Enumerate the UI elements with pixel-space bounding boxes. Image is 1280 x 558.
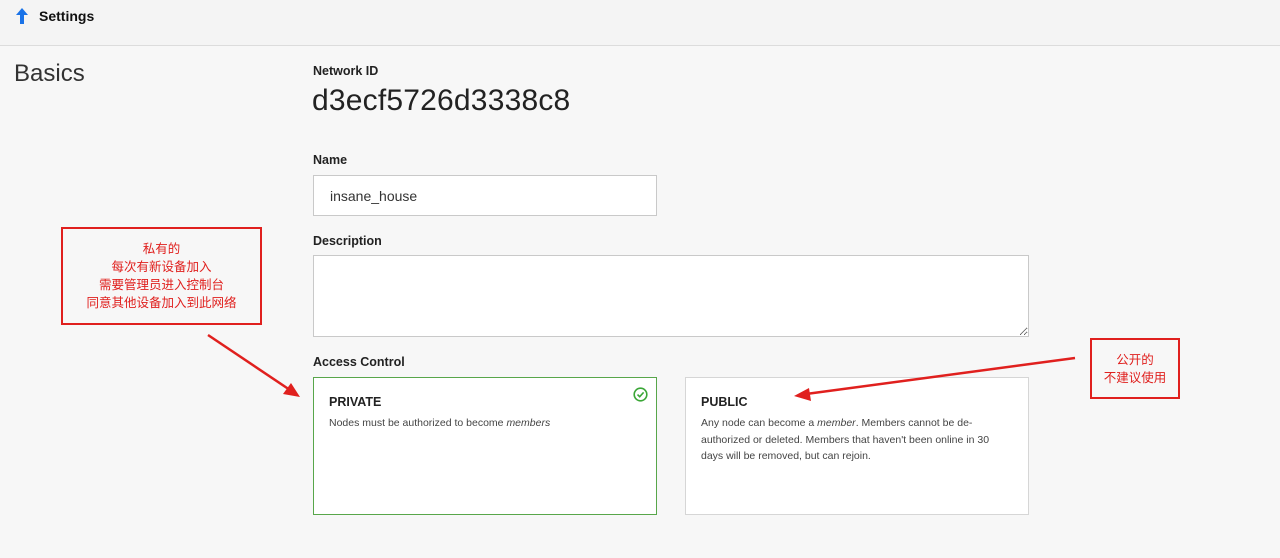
description-label: Description	[313, 234, 382, 248]
private-title: PRIVATE	[329, 395, 382, 409]
public-title: PUBLIC	[701, 395, 748, 409]
access-control-label: Access Control	[313, 355, 405, 369]
public-annotation-box: 公开的 不建议使用	[1090, 338, 1180, 399]
access-public-option[interactable]: PUBLIC Any node can become a member. Mem…	[685, 377, 1029, 515]
access-private-option[interactable]: PRIVATE Nodes must be authorized to beco…	[313, 377, 657, 515]
annotation-line: 每次有新设备加入	[111, 259, 212, 274]
arrow-to-private	[207, 333, 300, 397]
page-title: Settings	[39, 8, 95, 24]
arrow-up-icon[interactable]	[14, 7, 30, 25]
network-id-label: Network ID	[313, 64, 379, 78]
section-title-basics: Basics	[14, 60, 85, 87]
annotation-line: 同意其他设备加入到此网络	[86, 295, 237, 310]
private-annotation-box: 私有的 每次有新设备加入 需要管理员进入控制台 同意其他设备加入到此网络	[61, 227, 262, 325]
public-description: Any node can become a member. Members ca…	[701, 417, 990, 462]
name-input[interactable]	[313, 175, 657, 216]
annotation-line: 私有的	[142, 241, 181, 256]
description-textarea[interactable]	[313, 255, 1029, 337]
name-label: Name	[313, 153, 348, 167]
check-circle-icon	[633, 387, 648, 402]
annotation-line: 需要管理员进入控制台	[98, 277, 224, 292]
annotation-line: 公开的	[1116, 351, 1154, 367]
private-description: Nodes must be authorized to become membe…	[329, 417, 551, 429]
annotation-line: 不建议使用	[1103, 369, 1167, 385]
network-id-value: d3ecf5726d3338c8	[312, 84, 571, 117]
top-bar: Settings	[0, 0, 1280, 46]
